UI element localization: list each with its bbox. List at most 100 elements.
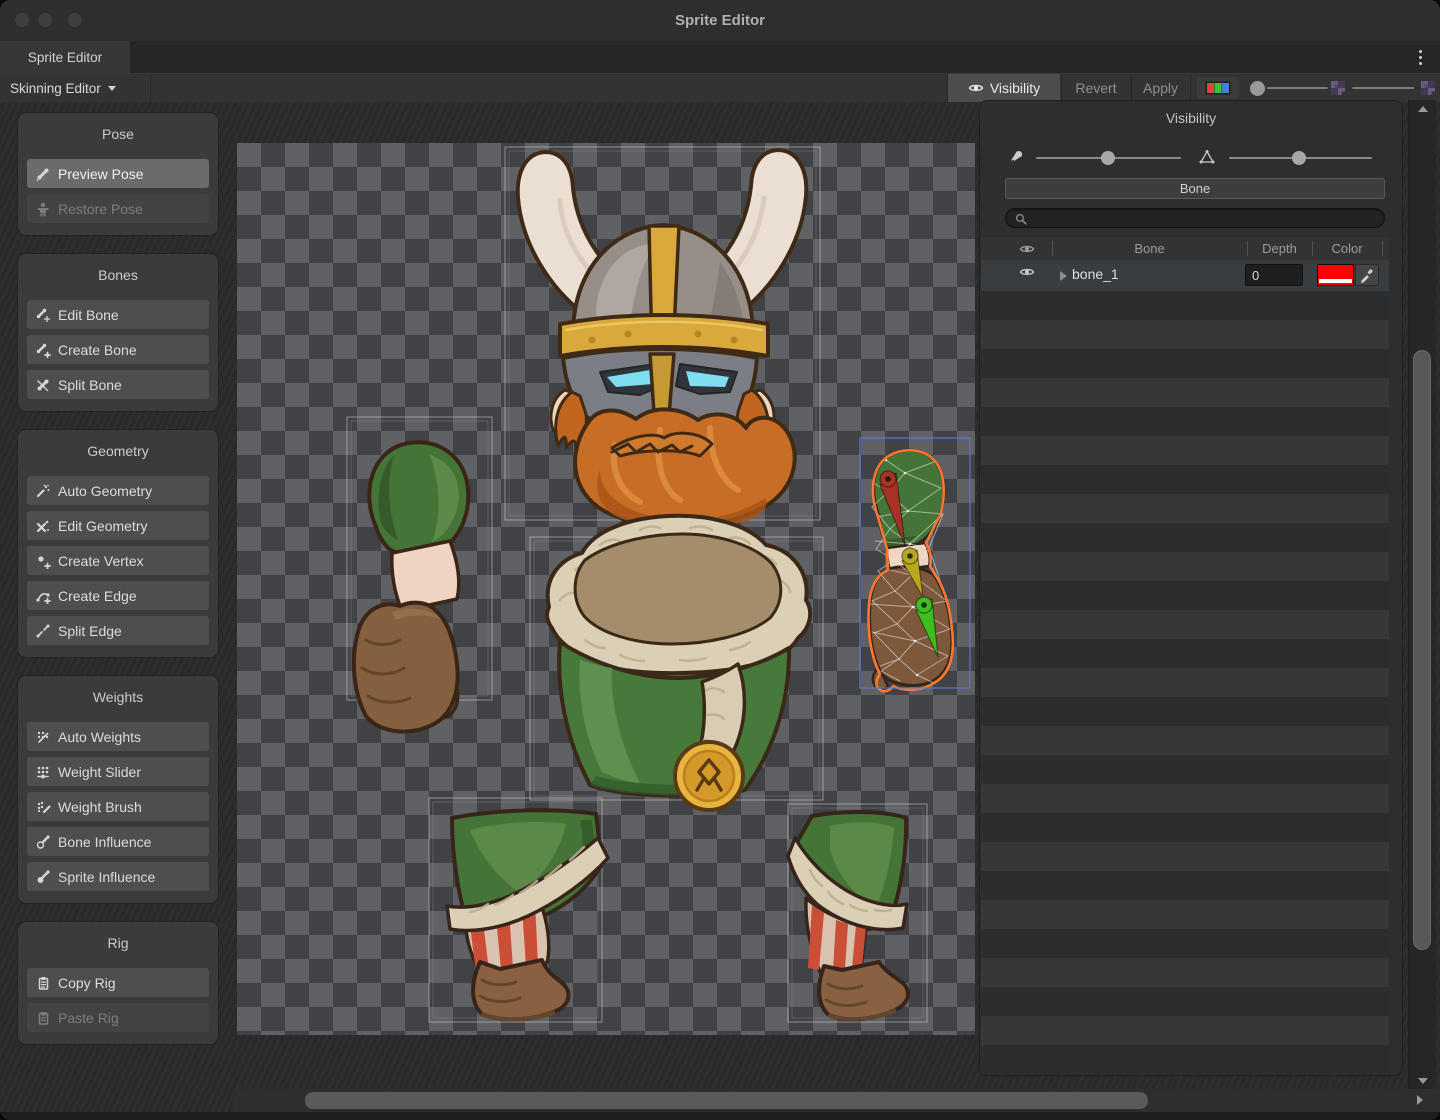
eye-icon bbox=[968, 80, 984, 96]
group-title: Weights bbox=[27, 680, 209, 716]
tool-group-geometry: GeometryAuto GeometryEdit GeometryCreate… bbox=[18, 430, 218, 657]
sprite-rigged-forearm[interactable] bbox=[868, 450, 952, 691]
mesh-opacity-slider-handle[interactable] bbox=[1292, 151, 1306, 165]
bone-visibility-eye-icon[interactable] bbox=[1019, 264, 1035, 280]
create-vertex-button[interactable]: Create Vertex bbox=[27, 546, 209, 575]
preview-pose-button[interactable]: Preview Pose bbox=[27, 159, 209, 188]
tab-sprite-editor[interactable]: Sprite Editor bbox=[0, 41, 130, 73]
weight-slider-icon bbox=[35, 764, 51, 780]
visibility-panel-title: Visibility bbox=[980, 110, 1402, 126]
list-row bbox=[981, 900, 1389, 929]
button-label: Copy Rig bbox=[58, 975, 116, 991]
edit-geometry-button[interactable]: Edit Geometry bbox=[27, 511, 209, 540]
bone-row[interactable]: bone_1 bbox=[981, 260, 1389, 291]
list-row bbox=[981, 958, 1389, 987]
sprite-arm-mitten[interactable] bbox=[354, 442, 468, 731]
column-color[interactable]: Color bbox=[1312, 237, 1382, 260]
bone-opacity-slider-handle[interactable] bbox=[1101, 151, 1115, 165]
sprite-torso[interactable] bbox=[547, 516, 810, 810]
sprite-opacity-slider-handle[interactable] bbox=[1250, 81, 1265, 96]
toolbar: Skinning Editor Visibility Revert Apply bbox=[0, 73, 1440, 103]
sprite-influence-button[interactable]: Sprite Influence bbox=[27, 862, 209, 891]
button-label: Edit Bone bbox=[58, 307, 119, 323]
copy-rig-button[interactable]: Copy Rig bbox=[27, 968, 209, 997]
button-label: Create Vertex bbox=[58, 553, 144, 569]
restore-pose-button[interactable]: Restore Pose bbox=[27, 194, 209, 223]
auto-geometry-button[interactable]: Auto Geometry bbox=[27, 476, 209, 505]
mesh-opacity-icon bbox=[1199, 149, 1215, 165]
alpha-bar bbox=[1319, 279, 1352, 283]
visibility-toggle-button[interactable]: Visibility bbox=[948, 74, 1060, 102]
scroll-down-icon[interactable] bbox=[1418, 1078, 1428, 1084]
search-field[interactable] bbox=[1005, 208, 1385, 228]
sprite-opacity-slider-track[interactable] bbox=[1267, 87, 1328, 89]
revert-label: Revert bbox=[1075, 80, 1116, 96]
button-label: Create Bone bbox=[58, 342, 137, 358]
weight-brush-icon bbox=[35, 799, 51, 815]
list-row bbox=[981, 929, 1389, 958]
weight-slider-button[interactable]: Weight Slider bbox=[27, 757, 209, 786]
edge-create-icon bbox=[35, 588, 51, 604]
tool-group-weights: Weights Auto Weights Weight Slider Weight B… bbox=[18, 676, 218, 903]
bone-name[interactable]: bone_1 bbox=[1072, 266, 1119, 282]
list-row bbox=[981, 320, 1389, 349]
group-title: Bones bbox=[27, 258, 209, 294]
column-bone[interactable]: Bone bbox=[1052, 237, 1247, 260]
button-label: Auto Weights bbox=[58, 729, 141, 745]
bone-category-button[interactable]: Bone bbox=[1005, 178, 1385, 199]
button-label: Create Edge bbox=[58, 588, 137, 604]
tool-sidebar: PosePreview PoseRestore PoseBonesEdit Bo… bbox=[8, 113, 228, 1063]
button-label: Split Bone bbox=[58, 377, 122, 393]
sprite-left-leg[interactable] bbox=[447, 810, 608, 1021]
paste-rig-button[interactable]: Paste Rig bbox=[27, 1003, 209, 1032]
split-edge-button[interactable]: Split Edge bbox=[27, 616, 209, 645]
create-edge-button[interactable]: Create Edge bbox=[27, 581, 209, 610]
bone-color-swatch[interactable] bbox=[1317, 264, 1354, 286]
scroll-right-icon[interactable] bbox=[1417, 1095, 1423, 1105]
create-bone-button[interactable]: Create Bone bbox=[27, 335, 209, 364]
search-input[interactable] bbox=[1033, 210, 1376, 226]
geo-edit-icon bbox=[35, 518, 51, 534]
list-row bbox=[981, 639, 1389, 668]
visibility-column-icon bbox=[1019, 241, 1035, 257]
kebab-menu-icon[interactable] bbox=[1419, 50, 1422, 53]
window-title: Sprite Editor bbox=[0, 0, 1440, 41]
expander-icon[interactable] bbox=[1060, 271, 1067, 281]
bone-influence-icon bbox=[35, 834, 51, 850]
button-label: Bone Influence bbox=[58, 834, 151, 850]
pose-restore-icon bbox=[35, 201, 51, 217]
revert-button[interactable]: Revert bbox=[1062, 74, 1130, 102]
eyedropper-button[interactable] bbox=[1355, 264, 1379, 286]
split-bone-button[interactable]: Split Bone bbox=[27, 370, 209, 399]
list-row bbox=[981, 784, 1389, 813]
button-label: Weight Slider bbox=[58, 764, 141, 780]
list-row bbox=[981, 378, 1389, 407]
button-label: Edit Geometry bbox=[58, 518, 147, 534]
list-row bbox=[981, 523, 1389, 552]
list-row bbox=[981, 871, 1389, 900]
list-row bbox=[981, 813, 1389, 842]
bone-depth-field[interactable] bbox=[1245, 264, 1303, 286]
list-row bbox=[981, 494, 1389, 523]
divider bbox=[150, 74, 151, 102]
vertical-scrollbar-thumb[interactable] bbox=[1413, 350, 1431, 950]
visibility-toggle-label: Visibility bbox=[990, 80, 1040, 96]
sprite-right-leg[interactable] bbox=[788, 812, 908, 1021]
horizontal-scrollbar-thumb[interactable] bbox=[305, 1092, 1148, 1109]
button-label: Weight Brush bbox=[58, 799, 142, 815]
rgb-channels-button[interactable] bbox=[1197, 77, 1239, 98]
texture-opacity-slider-track[interactable] bbox=[1352, 87, 1414, 89]
search-icon bbox=[1014, 211, 1028, 225]
weight-brush-button[interactable]: Weight Brush bbox=[27, 792, 209, 821]
column-depth[interactable]: Depth bbox=[1247, 237, 1312, 260]
list-row bbox=[981, 291, 1389, 320]
auto-weights-button[interactable]: Auto Weights bbox=[27, 722, 209, 751]
edit-bone-button[interactable]: Edit Bone bbox=[27, 300, 209, 329]
scroll-up-icon[interactable] bbox=[1418, 106, 1428, 112]
button-label: Preview Pose bbox=[58, 166, 144, 182]
apply-button[interactable]: Apply bbox=[1132, 74, 1189, 102]
eyedropper-icon bbox=[1359, 267, 1375, 283]
bone-influence-button[interactable]: Bone Influence bbox=[27, 827, 209, 856]
sprite-viking-head[interactable] bbox=[518, 150, 807, 529]
editor-mode-dropdown[interactable]: Skinning Editor bbox=[0, 74, 126, 102]
